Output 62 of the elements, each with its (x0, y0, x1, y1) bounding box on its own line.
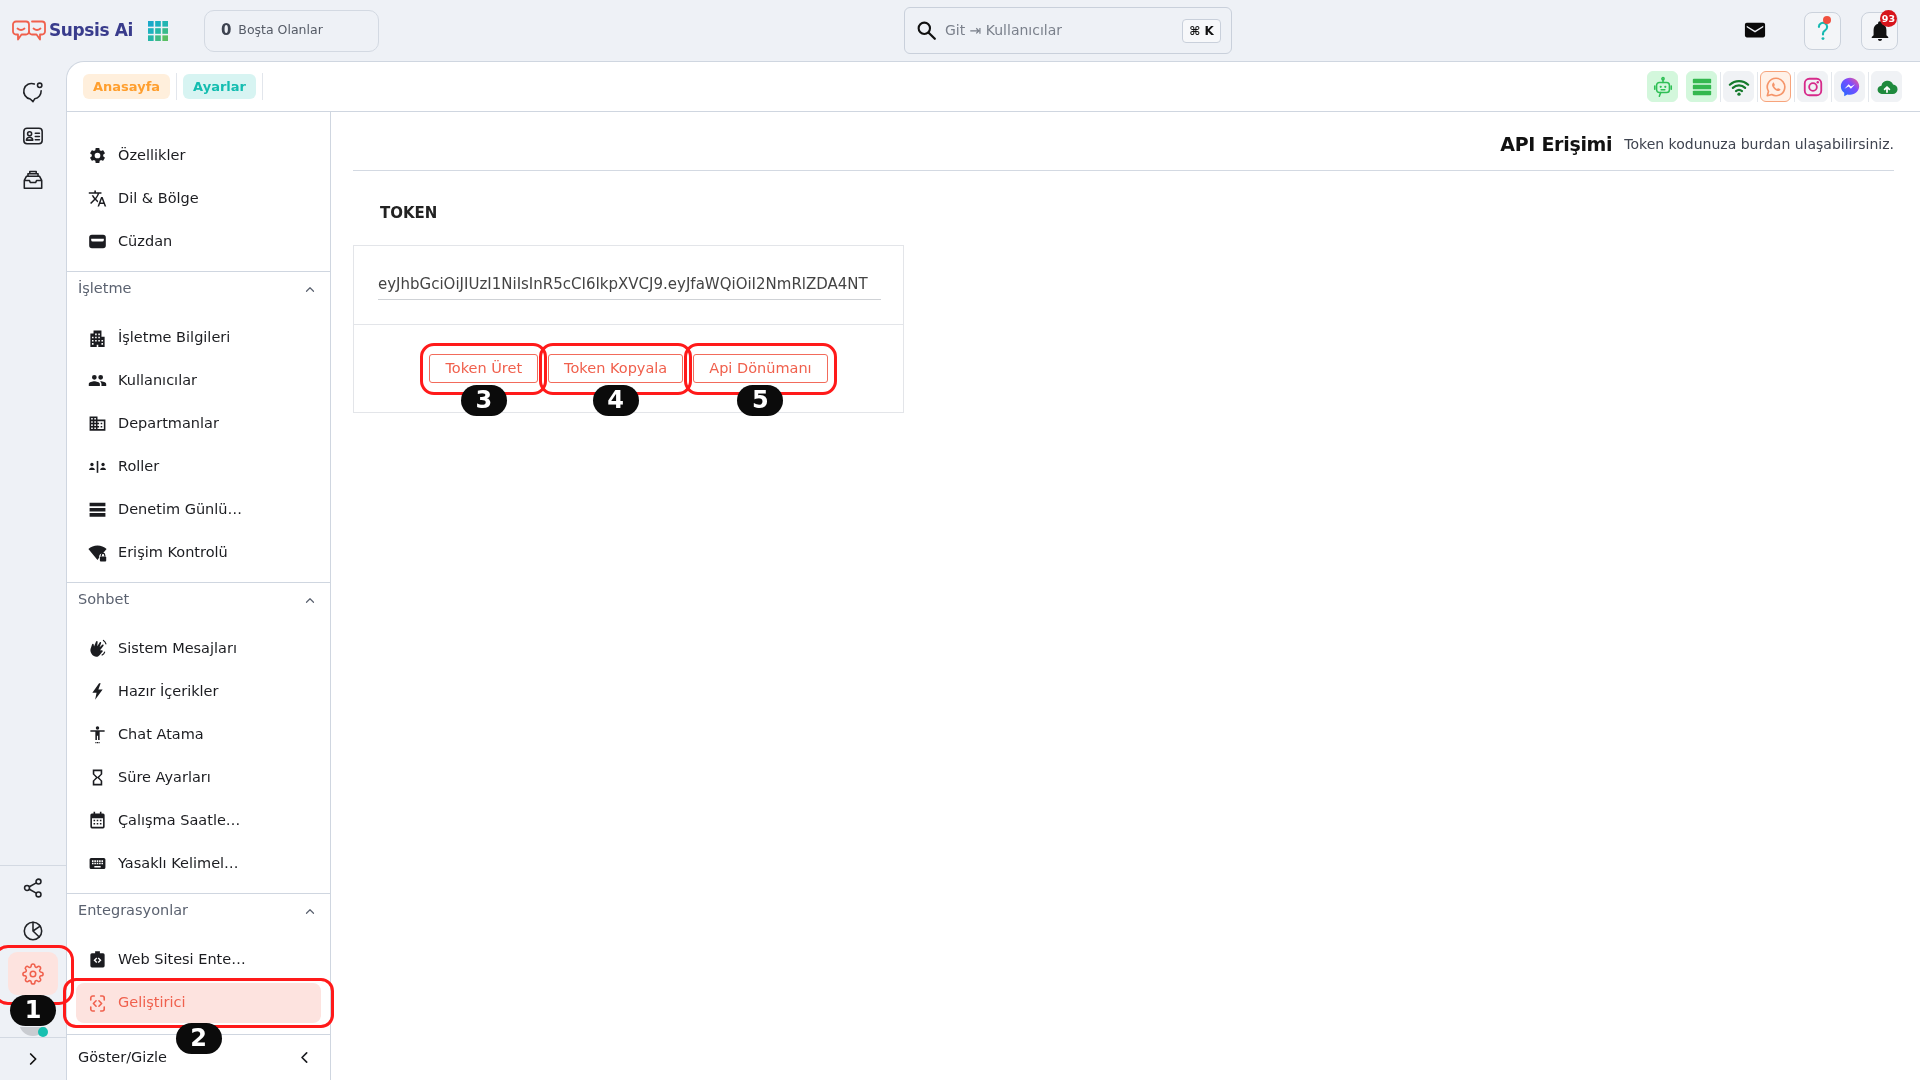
menu-item[interactable]: Yasaklı Kelimel… (76, 842, 321, 885)
menu-item[interactable]: Sistem Mesajları (76, 627, 321, 670)
help-button[interactable] (1804, 11, 1841, 50)
search-input[interactable]: Git ⇥ Kullanıcılar (944, 20, 1175, 41)
menu-item[interactable]: Süre Ayarları (76, 756, 321, 799)
calendar-icon (88, 811, 107, 830)
waving-hand-icon (88, 639, 107, 658)
menu-item[interactable]: İşletme Bilgileri (76, 316, 321, 359)
step-number: 4 (592, 385, 639, 416)
search-field[interactable]: Git ⇥ Kullanıcılar ⌘ K (903, 7, 1232, 54)
menu-item[interactable]: Web Sitesi Ente… (76, 938, 321, 981)
step-number: 3 (460, 385, 507, 416)
section-toggle[interactable]: İşletme (67, 272, 330, 306)
logo-icon (12, 18, 46, 43)
robot-icon (1651, 75, 1674, 98)
camera-icon (1801, 75, 1824, 98)
step-number: 2 (175, 1023, 222, 1054)
menu-item[interactable]: Roller (76, 445, 321, 488)
token-label: TOKEN (380, 203, 438, 223)
list-icon (88, 500, 107, 519)
gear-icon (88, 146, 107, 165)
notifications-button[interactable]: 93 (1861, 11, 1898, 50)
section-toggle[interactable]: Entegrasyonlar (67, 894, 330, 928)
idle-agents-box[interactable]: 0 Boşta Olanlar (203, 9, 379, 52)
chat-bubble-icon (22, 81, 44, 103)
code-window-icon (88, 950, 107, 969)
section-toggle[interactable]: Sohbet (67, 583, 330, 617)
inbox-tray-icon (22, 169, 44, 191)
logo-text: Supsis Ai (49, 18, 133, 42)
translate-icon (88, 189, 107, 208)
code-brackets-icon (88, 993, 107, 1013)
contact-card-icon (22, 125, 44, 147)
menu-item[interactable]: Departmanlar (76, 402, 321, 445)
shortcut-key: ⌘ K (1182, 18, 1221, 43)
wallet-icon (88, 232, 107, 251)
menu-item[interactable]: Erişim Kontrolü (76, 531, 321, 574)
menu-item[interactable]: Chat Atama (76, 713, 321, 756)
menu-item[interactable]: Dil & Bölge (76, 177, 321, 220)
menu-item[interactable]: Kullanıcılar (76, 359, 321, 402)
chat-bolt-icon (1838, 75, 1861, 98)
search-icon (915, 20, 937, 41)
page-subtitle: Token kodunuza burdan ulaşabilirsiniz. (1624, 134, 1894, 154)
person-icon (88, 725, 107, 744)
menu-item[interactable]: Cüzdan (76, 220, 321, 263)
menu-item[interactable]: Denetim Günlü… (76, 488, 321, 531)
page-title: API Erişimi (1500, 131, 1613, 157)
step-number: 1 (10, 995, 56, 1026)
chat-phone-icon (1764, 75, 1787, 98)
office-building-icon (88, 414, 107, 433)
share-icon (22, 876, 44, 899)
menu-item[interactable]: Hazır İçerikler (76, 670, 321, 713)
wifi-lock-icon (88, 543, 107, 562)
menu-item[interactable]: Çalışma Saatle… (76, 799, 321, 842)
notification-count: 93 (1879, 9, 1897, 27)
idle-label: Boşta Olanlar (238, 21, 323, 40)
pie-chart-icon (22, 919, 44, 942)
settings-icon (22, 962, 44, 985)
buildings-icon (88, 328, 107, 347)
menu-item[interactable]: Özellikler (76, 134, 321, 177)
step-number: 5 (737, 385, 784, 416)
apps-grid-icon (147, 20, 168, 41)
idle-count: 0 (220, 20, 232, 42)
